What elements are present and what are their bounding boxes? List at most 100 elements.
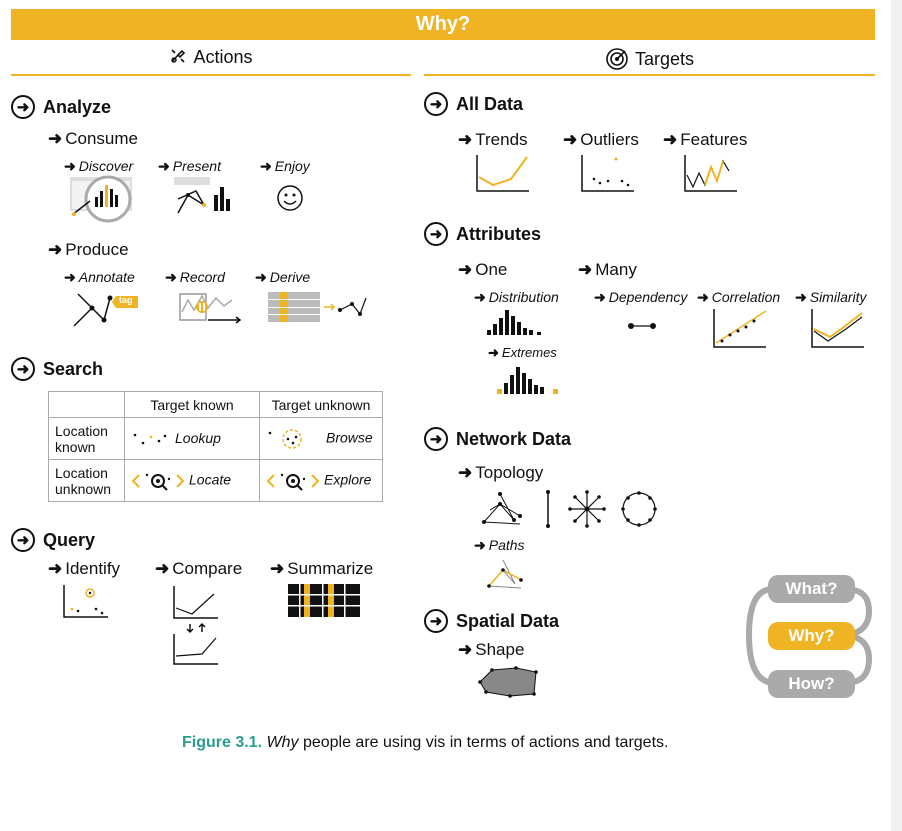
paths-icon: [487, 559, 523, 589]
similarity-icon: [811, 309, 864, 348]
produce-heading: ➜ Produce: [48, 240, 129, 259]
right-arrow-icon: ➜: [270, 559, 285, 578]
topology-star-icon: [568, 490, 606, 528]
right-arrow-icon: ➜: [260, 158, 272, 174]
summarize-icon: [288, 584, 360, 617]
right-arrow-icon: ➜: [158, 158, 170, 174]
actions-title: Actions: [193, 47, 253, 67]
annotate-label: ➜ Annotate: [64, 269, 135, 285]
annotate-tag-label: tag: [119, 295, 133, 305]
cell-locate: Locate: [124, 459, 260, 502]
many-heading: ➜ Many: [578, 260, 637, 279]
right-arrow-icon: ➜: [488, 345, 499, 360]
caption-emphasis: Why: [266, 734, 299, 751]
derive-label: ➜ Derive: [255, 269, 311, 285]
right-arrow-icon: ➜: [578, 260, 593, 279]
locate-icon: [131, 473, 185, 491]
target-icon: [606, 48, 628, 70]
right-arrow-icon: ➜: [255, 269, 267, 285]
paths-label: ➜ Paths: [474, 537, 525, 553]
identify-heading: ➜ Identify: [48, 559, 121, 578]
right-arrow-circle-icon: ➜: [424, 92, 448, 116]
right-arrow-circle-icon: ➜: [11, 95, 35, 119]
row-header-location-known: Location known: [48, 417, 125, 460]
caption-text: people are using vis in terms of actions…: [302, 734, 669, 751]
right-arrow-circle-icon: ➜: [11, 357, 35, 381]
record-label: ➜ Record: [165, 269, 225, 285]
features-icon: [684, 155, 737, 192]
discover-label: ➜ Discover: [64, 158, 134, 174]
why-banner: Why?: [11, 9, 875, 40]
one-heading: ➜ One: [458, 260, 508, 279]
targets-rule: [424, 74, 875, 76]
right-arrow-circle-icon: ➜: [424, 427, 448, 451]
topology-heading: ➜ Topology: [458, 463, 544, 482]
distribution-label: ➜ Distribution: [474, 289, 559, 305]
trends-icon: [476, 155, 529, 192]
browse-icon: [268, 428, 302, 449]
right-arrow-icon: ➜: [165, 269, 177, 285]
nav-how[interactable]: How?: [768, 670, 855, 698]
dependency-label: ➜ Dependency: [594, 289, 688, 305]
all-data-heading: ➜ All Data: [424, 92, 523, 116]
topology-ring-icon: [621, 491, 657, 527]
right-arrow-icon: ➜: [795, 289, 807, 305]
shape-icon: [478, 666, 538, 698]
search-heading: ➜ Search: [11, 357, 103, 381]
cell-lookup: Lookup: [124, 417, 260, 460]
analyze-heading: ➜ Analyze: [11, 95, 111, 119]
outliers-icon: [581, 155, 634, 192]
right-arrow-icon: ➜: [663, 130, 678, 149]
row-header-location-unknown: Location unknown: [48, 459, 125, 502]
spatial-data-heading: ➜ Spatial Data: [424, 609, 559, 633]
topology-graph-icon: [482, 492, 522, 525]
similarity-label: ➜ Similarity: [795, 289, 867, 305]
explore-icon: [266, 473, 320, 491]
right-arrow-circle-icon: ➜: [424, 609, 448, 633]
network-data-heading: ➜ Network Data: [424, 427, 571, 451]
attributes-heading: ➜ Attributes: [424, 222, 541, 246]
right-arrow-icon: ➜: [474, 537, 486, 553]
nav-what[interactable]: What?: [768, 575, 855, 603]
trends-heading: ➜ Trends: [458, 130, 528, 149]
right-arrow-icon: ➜: [458, 640, 473, 659]
features-heading: ➜ Features: [663, 130, 748, 149]
right-arrow-icon: ➜: [48, 240, 63, 259]
right-arrow-circle-icon: ➜: [11, 528, 35, 552]
col-header-target-unknown: Target unknown: [259, 391, 383, 418]
correlation-label: ➜ Correlation: [697, 289, 781, 305]
compare-icon: [173, 586, 218, 665]
page-edge-strip: [891, 0, 902, 831]
distribution-icon: [487, 310, 541, 335]
right-arrow-icon: ➜: [458, 463, 473, 482]
enjoy-label: ➜ Enjoy: [260, 158, 310, 174]
right-arrow-icon: ➜: [64, 269, 76, 285]
right-arrow-circle-icon: ➜: [424, 222, 448, 246]
right-arrow-icon: ➜: [48, 559, 63, 578]
consume-heading: ➜ Consume: [48, 129, 139, 148]
derive-icon: [268, 292, 367, 322]
col-header-target-known: Target known: [124, 391, 260, 418]
present-icon: [174, 177, 230, 214]
query-heading: ➜ Query: [11, 528, 95, 552]
targets-header: Targets: [424, 47, 875, 71]
record-icon: [179, 293, 242, 324]
empty-corner-cell: [48, 391, 125, 418]
nav-why[interactable]: Why?: [768, 622, 855, 650]
right-arrow-icon: ➜: [458, 260, 473, 279]
dependency-icon: [628, 323, 656, 329]
figure-caption: Figure 3.1. Why people are using vis in …: [182, 734, 668, 752]
identify-icon: [63, 585, 108, 618]
actions-icon: [171, 49, 186, 63]
targets-title: Targets: [634, 49, 695, 69]
extremes-label: ➜ Extremes: [488, 345, 557, 360]
discover-icon: [70, 175, 132, 223]
shape-heading: ➜ Shape: [458, 640, 525, 659]
right-arrow-icon: ➜: [458, 130, 473, 149]
extremes-icon: [497, 367, 558, 394]
right-arrow-icon: ➜: [155, 559, 170, 578]
smiley-icon: [277, 185, 303, 211]
correlation-icon: [713, 309, 767, 348]
compare-heading: ➜ Compare: [155, 559, 243, 578]
lookup-icon: [133, 433, 167, 445]
